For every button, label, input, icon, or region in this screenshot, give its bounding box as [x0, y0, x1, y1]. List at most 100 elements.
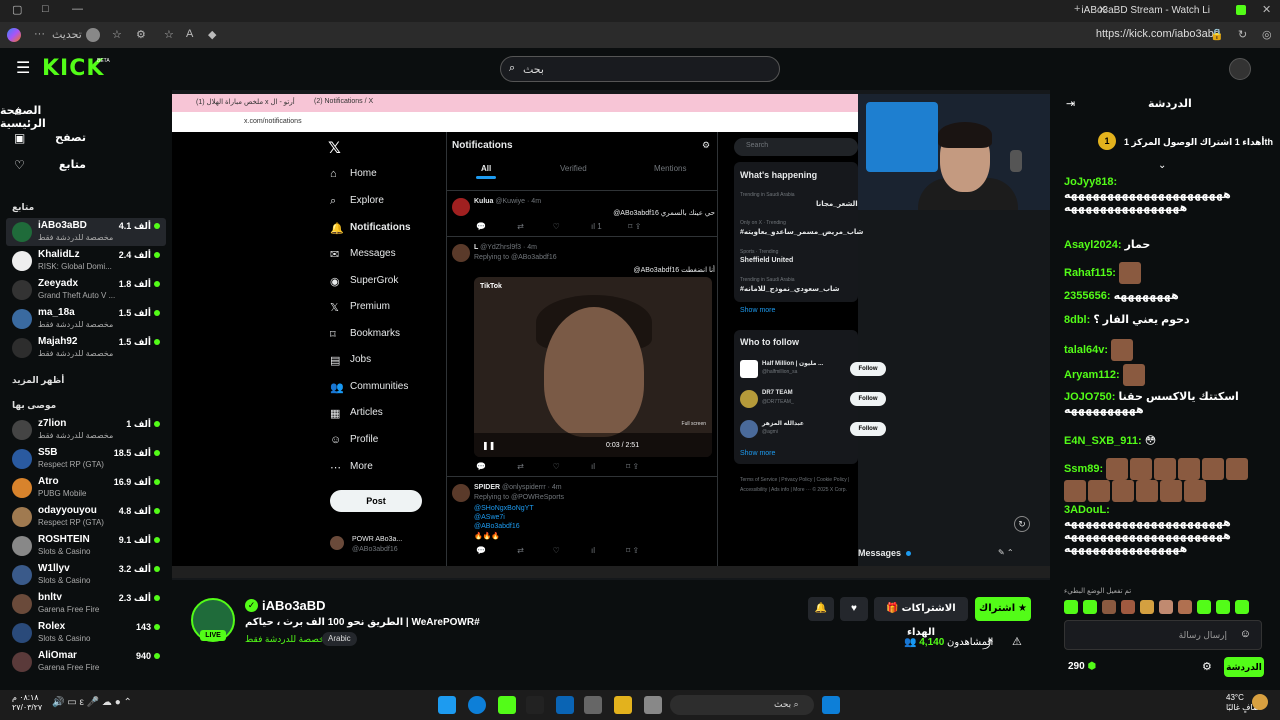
channel-row[interactable]: W1llyv Slots & Casino 3.2 ألف — [6, 561, 166, 589]
chat-username[interactable]: Rahaf115: — [1064, 267, 1116, 279]
channel-row[interactable]: Majah92 مخصصة للدردشة فقط 1.5 ألف — [6, 334, 166, 362]
channel-row[interactable]: bnltv Garena Free Fire 2.3 ألف — [6, 590, 166, 618]
channel-name: W1llyv — [38, 563, 70, 574]
sidebar-item[interactable]: الصفحة الرئيسية — [0, 104, 86, 130]
menu-icon[interactable]: ☰ — [16, 58, 30, 78]
favorites-icon[interactable]: ☆ — [112, 28, 122, 41]
address-url[interactable]: https://kick.com/iabo3abd — [1096, 28, 1220, 40]
channel-points[interactable]: 290 ⬢ — [1068, 661, 1096, 672]
x-trend: #شاب_مريض_مسمر_ساعدو_بعاويته — [740, 229, 864, 236]
streamer-name[interactable]: iABo3aBD — [262, 598, 326, 613]
sidebar-item[interactable]: متابع — [59, 158, 86, 171]
twitter-taskbar-icon[interactable] — [438, 696, 456, 714]
files-taskbar-icon[interactable] — [644, 696, 662, 714]
emote-icon[interactable] — [1121, 600, 1135, 614]
taskbar-clock[interactable]: ٠٨:١٨ م ٢٧/٠٣/٢٧ — [12, 693, 42, 713]
channel-row[interactable]: ma_18a مخصصة للدردشة فقط 1.5 ألف — [6, 305, 166, 333]
tab-list-icon[interactable]: ▢ — [12, 3, 22, 16]
minimize-icon[interactable]: — — [72, 3, 83, 15]
emoji-icon[interactable]: ☺ — [1240, 628, 1251, 640]
tweet-mention: @ASwe7i — [474, 514, 505, 521]
channel-viewers: 18.5 ألف — [114, 448, 160, 459]
extensions-icon[interactable]: ⚙ — [136, 28, 146, 41]
emote-icon[interactable] — [1159, 600, 1173, 614]
refresh-button[interactable]: تحديث — [52, 28, 82, 41]
globe-icon[interactable]: ◎ — [1262, 28, 1272, 41]
kick-taskbar-icon[interactable] — [498, 696, 516, 714]
user-avatar[interactable] — [1229, 58, 1251, 80]
channel-row[interactable]: Atro PUBG Mobile 16.9 ألف — [6, 474, 166, 502]
chat-username[interactable]: Aryam112: — [1064, 369, 1120, 381]
notification-bell-button[interactable]: 🔔 — [808, 597, 834, 621]
profile-avatar[interactable] — [86, 28, 100, 42]
emote-icon[interactable] — [1140, 600, 1154, 614]
live-dot-icon — [154, 310, 160, 316]
edge-taskbar-icon[interactable] — [468, 696, 486, 714]
emote-icon[interactable] — [1064, 600, 1078, 614]
reload-icon[interactable]: ↻ — [1238, 28, 1247, 41]
channel-row[interactable]: S5B Respect RP (GTA) 18.5 ألف — [6, 445, 166, 473]
chat-username[interactable]: Asayl2024: — [1064, 239, 1122, 251]
subscribe-button[interactable]: اشتراك ★ — [975, 597, 1031, 621]
tiktok-taskbar-icon[interactable] — [526, 696, 544, 714]
viewer-count: 1.8 ألف — [118, 279, 151, 289]
kick-logo[interactable]: KICK — [42, 56, 104, 81]
new-tab-icon[interactable]: + — [1074, 3, 1080, 15]
search-input[interactable]: ⌕ بحث — [500, 56, 780, 82]
chat-username[interactable]: E4N_SXB_911: — [1064, 435, 1142, 447]
emote-icon[interactable] — [1197, 600, 1211, 614]
emote-icon[interactable] — [1216, 600, 1230, 614]
channel-row[interactable]: iABo3aBD مخصصة للدردشة فقط 4.1 ألف — [6, 218, 166, 246]
channel-row[interactable]: Zeeyadx Grand Theft Auto V ... 1.8 ألف — [6, 276, 166, 304]
show-more-link[interactable]: أظهر المزيد — [12, 375, 64, 386]
add-favorite-icon[interactable]: ☆ — [164, 28, 174, 41]
browser-tab-title[interactable]: iABo3aBD Stream - Watch Li — [1081, 5, 1210, 16]
emote-icon[interactable] — [1102, 600, 1116, 614]
chat-username[interactable]: 2355656: — [1064, 290, 1111, 302]
x-trend-sub: Trending in Saudi Arabia — [740, 192, 795, 198]
chat-username[interactable]: 3ADouL: — [1064, 504, 1110, 516]
channel-row[interactable]: ROSHTEIN Slots & Casino 9.1 ألف — [6, 532, 166, 560]
channel-row[interactable]: KhalidLz RISK: Global Domi... 2.4 ألف — [6, 247, 166, 275]
emote-icon[interactable] — [1083, 600, 1097, 614]
x-footer: Terms of Service | Privacy Policy | Cook… — [740, 477, 850, 483]
emote-icon[interactable] — [1235, 600, 1249, 614]
chevron-down-icon[interactable]: ⌄ — [1158, 160, 1166, 171]
emote-icon[interactable] — [1178, 600, 1192, 614]
follow-heart-button[interactable]: ♥ — [840, 597, 868, 621]
read-aloud-icon[interactable]: A — [186, 28, 193, 40]
gift-subs-button[interactable]: 🎁 الاشتراكات الهداء — [874, 597, 968, 638]
search-icon: ⌕ — [509, 62, 516, 74]
chat-input[interactable]: إرسال رسالة ☺ — [1064, 620, 1262, 650]
channel-row[interactable]: z7lion مخصصة للدردشة فقط 1 ألف — [6, 416, 166, 444]
windows-start-icon[interactable] — [822, 696, 840, 714]
close-window-icon[interactable]: ✕ — [1262, 3, 1271, 16]
stream-category[interactable]: مخصصة للدردشة فقط — [245, 634, 330, 645]
channel-name: S5B — [38, 447, 58, 458]
channel-row[interactable]: Rolex Slots & Casino 143 — [6, 619, 166, 647]
chat-username[interactable]: Ssm89: — [1064, 463, 1103, 475]
tray-icons[interactable]: 🔊 ▭ ε 🎤 ☁ ● ⌃ — [52, 697, 132, 708]
taskbar-search[interactable]: بحث ⌕ — [670, 695, 814, 715]
outlook-taskbar-icon[interactable] — [556, 696, 574, 714]
chat-send-button[interactable]: الدردشة — [1224, 657, 1264, 677]
collapse-chat-icon[interactable]: ⇥ — [1066, 97, 1075, 110]
chat-settings-icon[interactable]: ⚙ — [1202, 660, 1212, 673]
chat-username[interactable]: JoJyy818: — [1064, 176, 1117, 188]
copilot-icon[interactable] — [7, 28, 21, 42]
tag-icon[interactable]: ◆ — [208, 28, 216, 41]
chat-username[interactable]: JOJO750: — [1064, 391, 1115, 403]
channel-row[interactable]: AliOmar Garena Free Fire 940 — [6, 648, 166, 676]
channel-row[interactable]: odayyouyou Respect RP (GTA) 4.8 ألف — [6, 503, 166, 531]
chat-username[interactable]: 8dbl: — [1064, 314, 1090, 326]
chat-username[interactable]: talal64v: — [1064, 344, 1108, 356]
x-footer: Accessibility | Ads info | More ··· © 20… — [740, 487, 847, 493]
language-tag[interactable]: Arabic — [322, 632, 357, 646]
store-taskbar-icon[interactable] — [584, 696, 602, 714]
report-icon[interactable]: ⚠ — [1012, 635, 1022, 648]
explorer-taskbar-icon[interactable] — [614, 696, 632, 714]
tab-square-icon[interactable]: □ — [42, 3, 49, 15]
sidebar-item[interactable]: تصفح — [55, 131, 86, 144]
share-icon[interactable]: ⤴ — [982, 636, 993, 652]
more-options-icon[interactable]: ··· — [34, 28, 45, 40]
